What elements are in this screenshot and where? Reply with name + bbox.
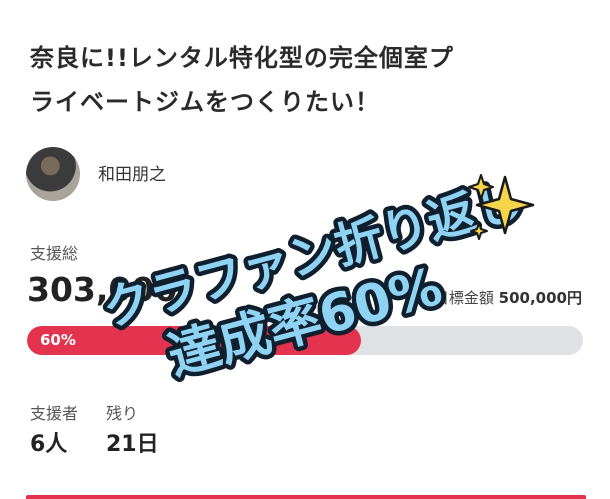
owner-name[interactable]: 和田朋之 (98, 160, 166, 185)
project-title: 奈良に!!レンタル特化型の完全個室プ ライベートジムをつくりたい！ (30, 36, 590, 124)
sparkles-icon (468, 174, 535, 240)
remaining-label: 残り (106, 404, 139, 423)
support-total-label: 支援総 (30, 244, 79, 263)
owner-avatar[interactable] (26, 147, 80, 201)
goal-value: 500,000円 (498, 289, 582, 307)
overlay-line1: クラファン折り返し (97, 172, 529, 338)
progress-percent-label: 60% (40, 331, 76, 349)
progress-bar: 60% (27, 326, 583, 355)
project-title-line1: 奈良に!!レンタル特化型の完全個室プ (30, 44, 454, 72)
supporters-value: 6人 (30, 432, 68, 457)
goal-label: 目標金額 (433, 289, 494, 307)
current-amount: 303,000 (27, 270, 178, 309)
bottom-divider (26, 495, 586, 499)
supporters-label: 支援者 (30, 404, 79, 423)
project-title-line2: ライベートジムをつくりたい！ (30, 88, 380, 116)
progress-fill: 60% (27, 326, 361, 355)
goal-amount: 目標金額 500,000円 (434, 287, 582, 308)
overlay-line2: 達成率60% (162, 257, 448, 388)
remaining-value: 21日 (106, 432, 159, 457)
